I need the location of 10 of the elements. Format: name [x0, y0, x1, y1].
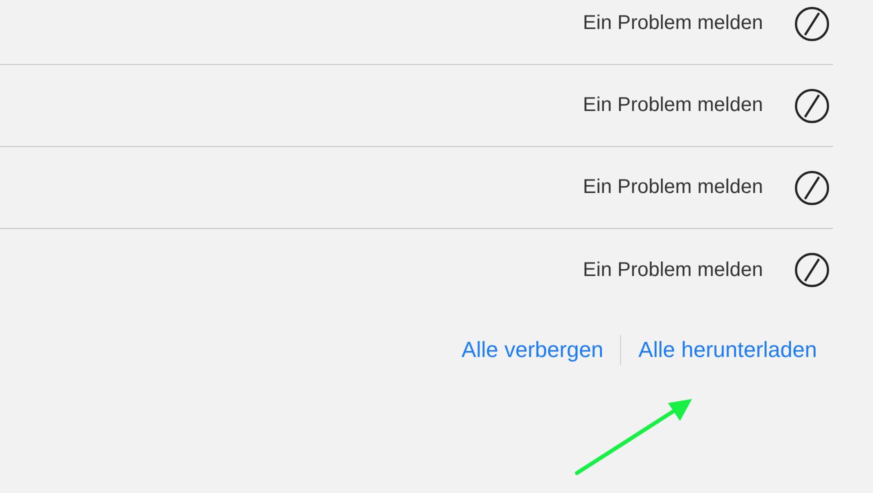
block-icon[interactable] — [794, 170, 830, 206]
hide-all-link[interactable]: Alle verbergen — [462, 337, 604, 363]
report-problem-link[interactable]: Ein Problem melden — [582, 94, 763, 117]
download-all-link[interactable]: Alle herunterladen — [638, 337, 817, 363]
block-icon[interactable] — [794, 6, 830, 42]
report-problem-link[interactable]: Ein Problem melden — [582, 258, 763, 282]
block-icon[interactable] — [794, 88, 830, 124]
report-problem-link[interactable]: Ein Problem melden — [582, 176, 763, 199]
block-icon[interactable] — [794, 252, 830, 288]
report-problem-link[interactable]: Ein Problem melden — [582, 12, 763, 35]
